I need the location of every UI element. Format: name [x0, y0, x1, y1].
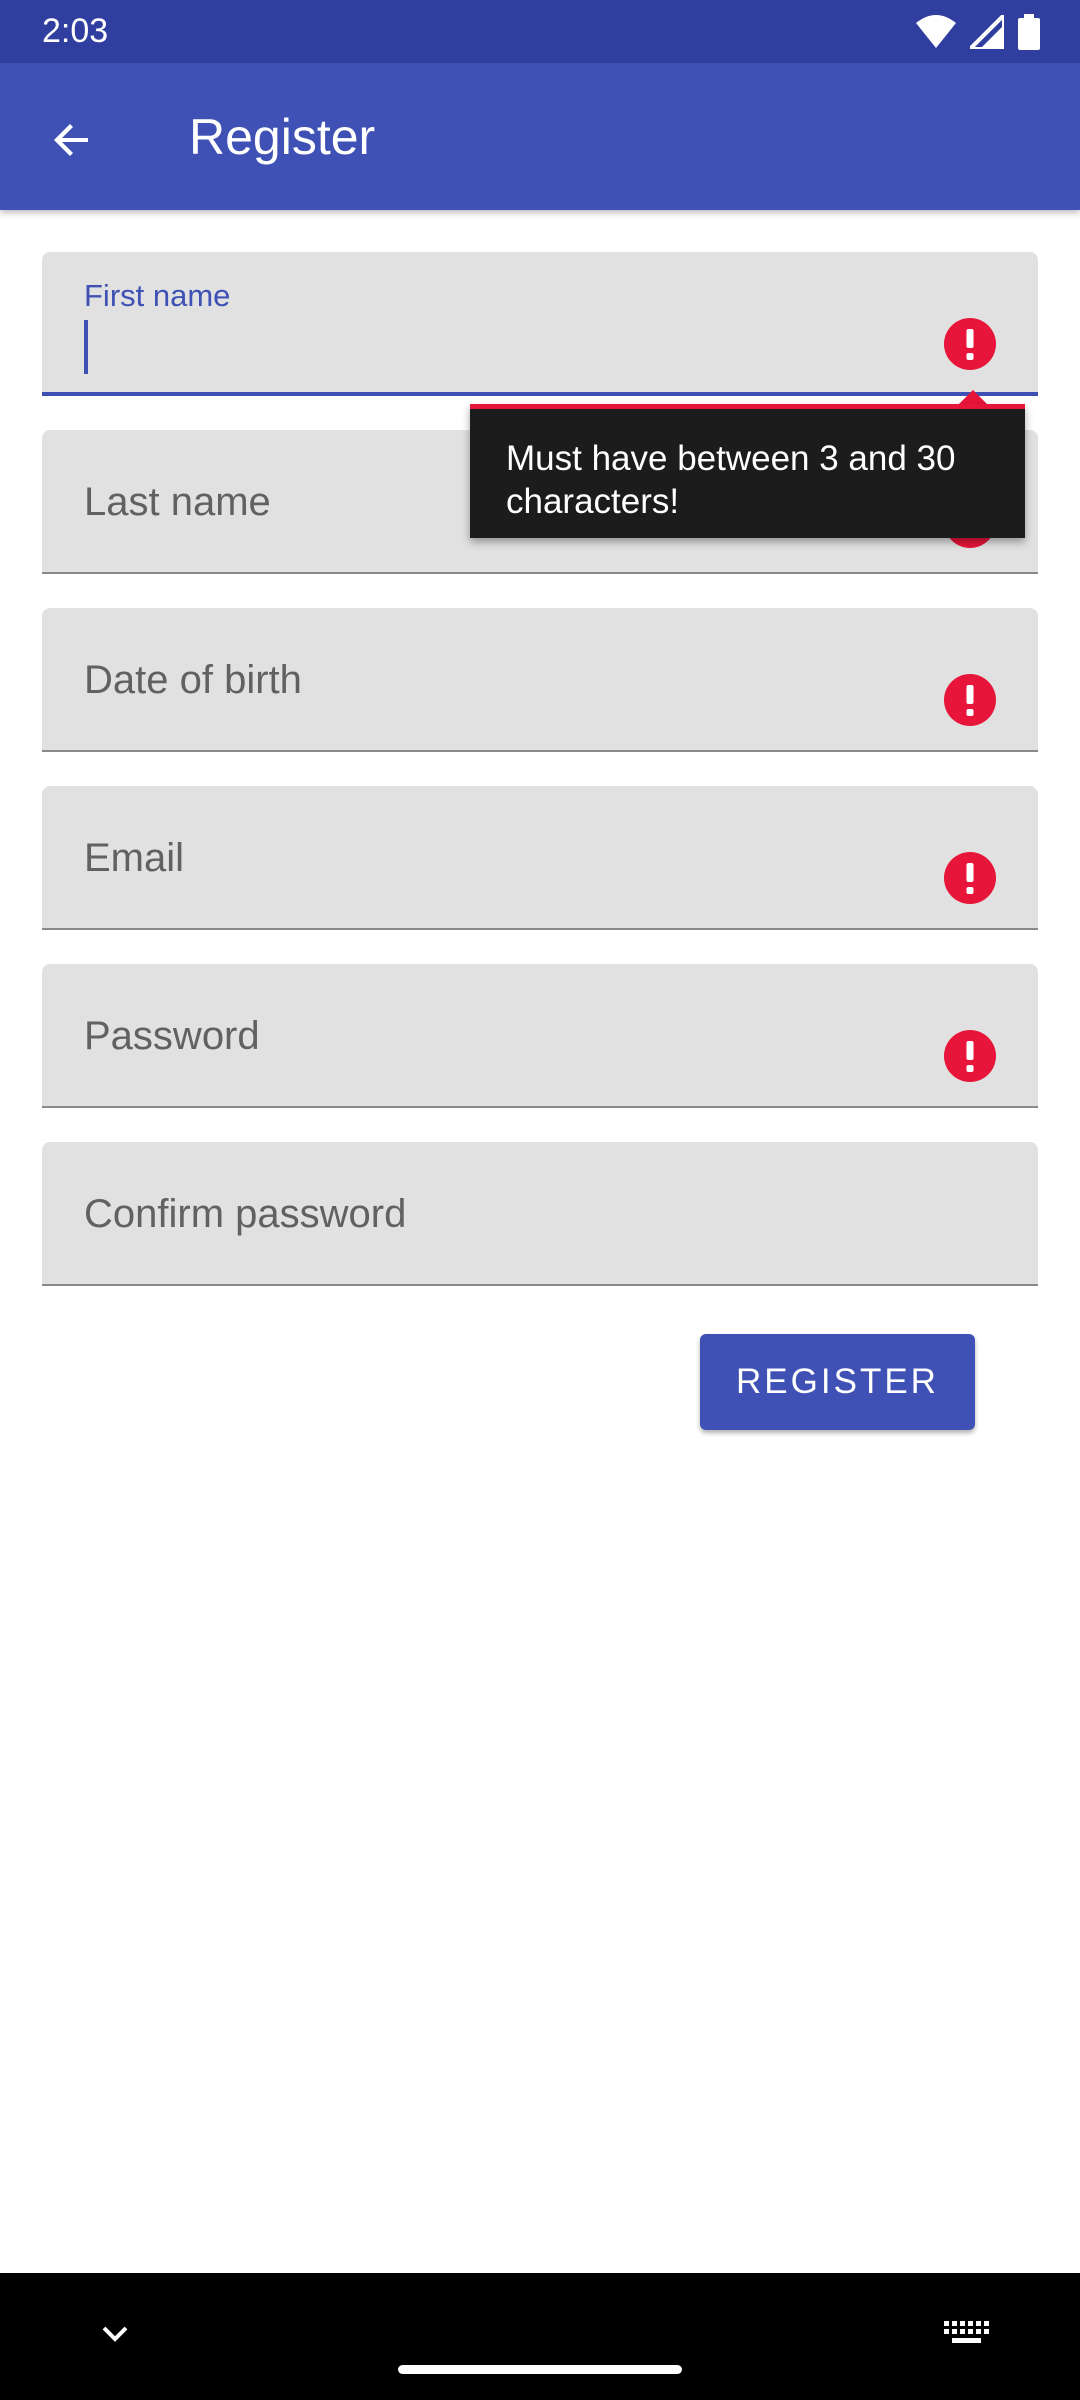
date-of-birth-field[interactable]: Date of birth [42, 608, 1038, 752]
email-field[interactable]: Email [42, 786, 1038, 930]
wifi-icon [916, 15, 956, 48]
navigation-bar [0, 2273, 1080, 2400]
signal-icon [970, 15, 1004, 49]
battery-icon [1018, 14, 1040, 50]
chevron-down-icon[interactable] [90, 2309, 140, 2359]
password-field[interactable]: Password [42, 964, 1038, 1108]
home-handle[interactable] [398, 2365, 682, 2374]
register-button[interactable]: REGISTER [700, 1334, 975, 1430]
email-label: Email [84, 836, 185, 880]
status-bar: 2:03 [0, 0, 1080, 63]
arrow-back-icon [54, 124, 88, 156]
text-cursor [84, 320, 88, 374]
page-title: Register [189, 109, 376, 165]
back-button[interactable] [30, 98, 114, 182]
error-icon [944, 318, 996, 370]
error-icon [944, 1030, 996, 1082]
first-name-field[interactable]: First name [42, 252, 1038, 396]
confirm-password-label: Confirm password [84, 1192, 407, 1236]
confirm-password-field[interactable]: Confirm password [42, 1142, 1038, 1286]
tooltip-arrow [959, 390, 987, 404]
app-bar: Register [0, 63, 1080, 210]
first-name-label: First name [84, 278, 231, 313]
status-icons [916, 14, 1040, 50]
last-name-label: Last name [84, 480, 271, 524]
keyboard-icon[interactable] [942, 2313, 990, 2353]
password-label: Password [84, 1014, 260, 1058]
date-of-birth-label: Date of birth [84, 658, 302, 702]
error-tooltip: Must have between 3 and 30 characters! [470, 404, 1025, 538]
error-icon [944, 852, 996, 904]
error-icon [944, 674, 996, 726]
status-time: 2:03 [42, 12, 109, 50]
